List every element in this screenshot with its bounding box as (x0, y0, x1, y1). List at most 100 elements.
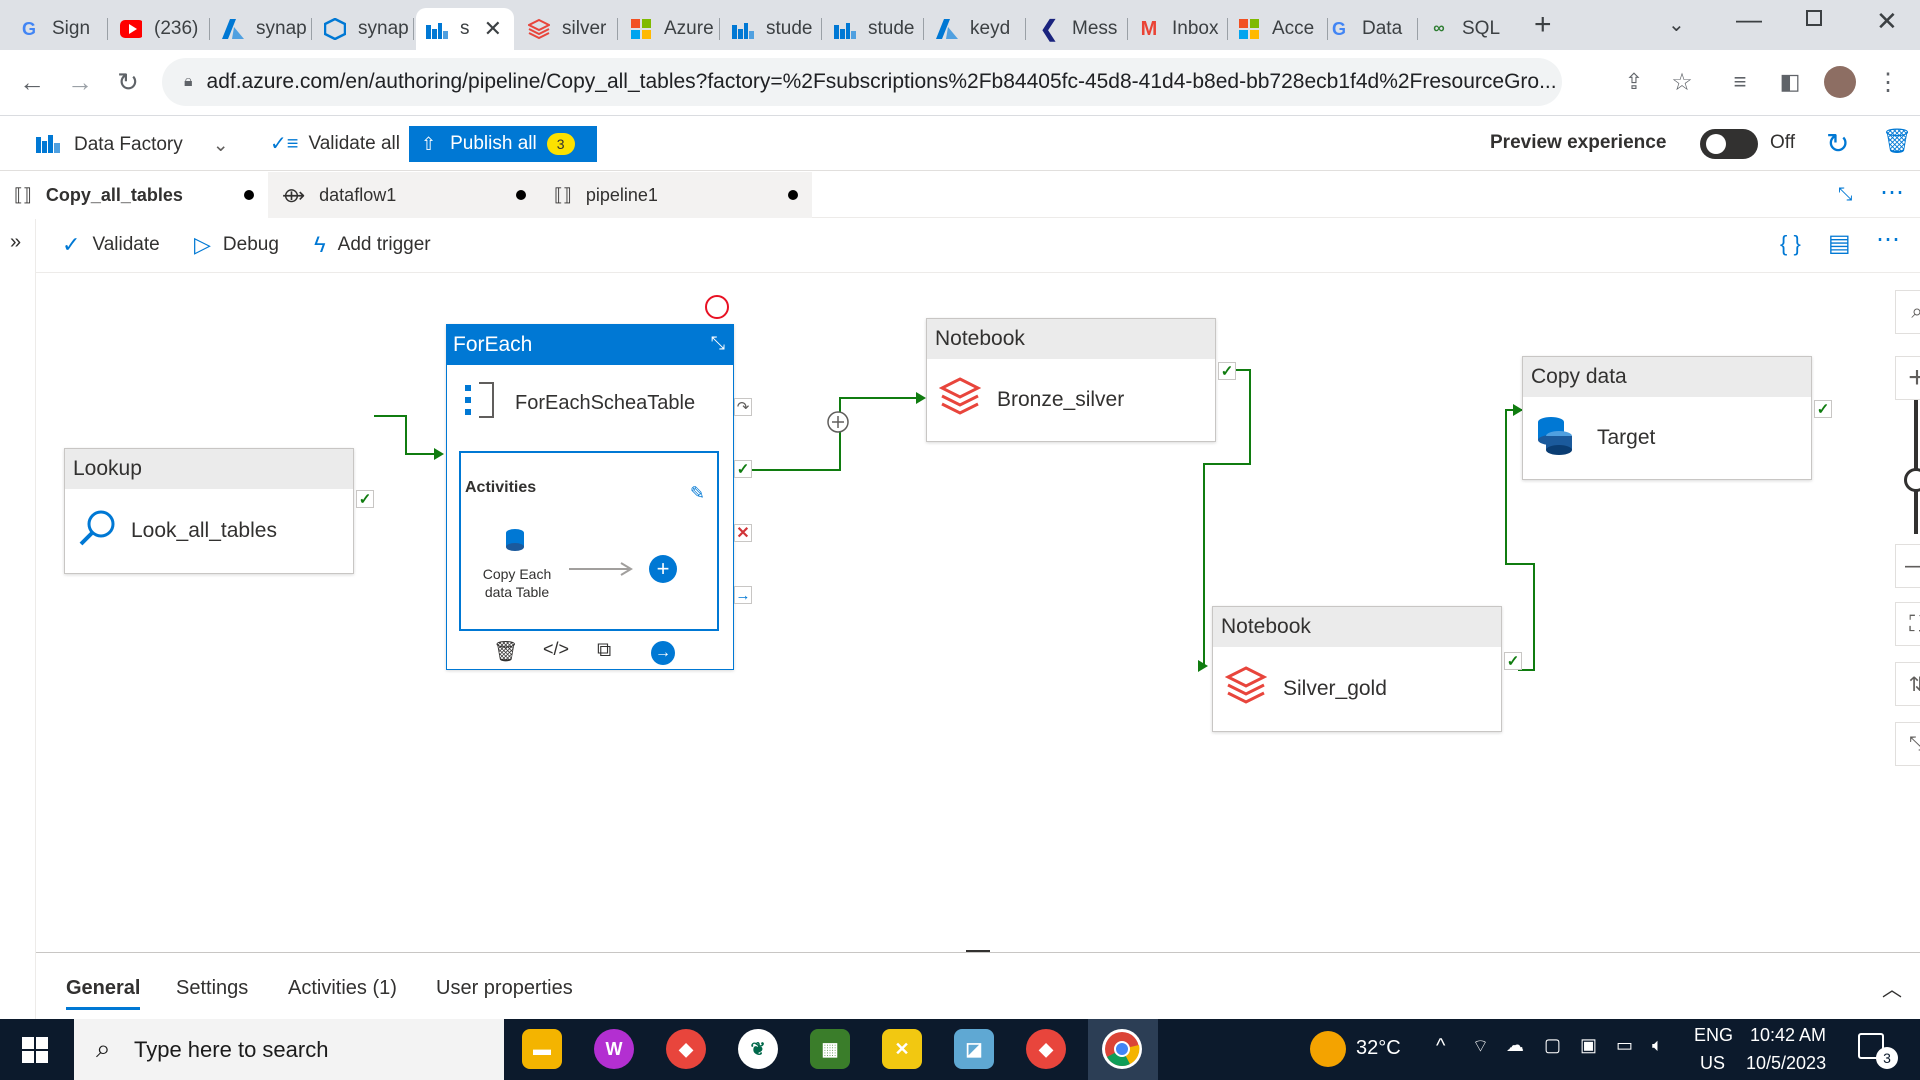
validate-button[interactable]: ✓ Validate (62, 232, 160, 258)
collapse-tabs-icon[interactable]: ⤡ (1838, 184, 1852, 205)
browser-tab[interactable]: synap (314, 8, 414, 50)
new-tab-icon[interactable]: + (1534, 8, 1552, 42)
edit-pencil-icon[interactable]: ✎ (690, 483, 705, 504)
inner-activity-name[interactable]: Copy Each data Table (467, 565, 567, 601)
tab-activities[interactable]: Activities (1) (288, 977, 397, 1000)
side-panel-icon[interactable]: ◧ (1772, 64, 1808, 100)
battery-icon[interactable]: ▭ (1616, 1035, 1633, 1056)
zoom-slider[interactable] (1914, 400, 1918, 534)
auto-align-icon[interactable]: ⇅ (1895, 662, 1920, 706)
zoom-search-icon[interactable]: ⌕ (1895, 290, 1920, 334)
browser-tab[interactable]: G Data (1318, 8, 1418, 50)
success-output-icon[interactable]: ✓ (1814, 400, 1832, 418)
refresh-icon[interactable]: ↻ (1826, 127, 1849, 160)
forward-icon[interactable]: → (62, 64, 98, 100)
inner-activities-box[interactable]: Activities ✎ Copy Each data Table + (459, 451, 719, 631)
browser-tab[interactable]: synap (212, 8, 312, 50)
brave-icon[interactable]: ◆ (666, 1029, 706, 1069)
add-trigger-button[interactable]: ϟ Add trigger (314, 232, 431, 258)
restore-icon[interactable] (1806, 10, 1822, 26)
clone-icon[interactable]: ⧉ (597, 639, 611, 662)
skip-output-icon[interactable]: ↷ (734, 398, 752, 416)
tab-pipeline1[interactable]: ⟦⟧ pipeline1 (540, 172, 812, 218)
success-output-icon[interactable]: ✓ (1504, 652, 1522, 670)
pipeline-canvas[interactable]: Lookup Look_all_tables ✓ ForEach ⤡ ForEa… (36, 274, 1920, 950)
browser-tab[interactable]: (236) (110, 8, 210, 50)
clock-date[interactable]: 10/5/2023 (1746, 1053, 1826, 1074)
url-input[interactable]: 🔒︎ adf.azure.com/en/authoring/pipeline/C… (162, 58, 1562, 106)
failure-output-icon[interactable]: ✕ (734, 524, 752, 542)
more-horizontal-icon[interactable]: ⋯ (1876, 225, 1900, 254)
close-window-icon[interactable]: ✕ (1876, 6, 1898, 37)
mongodb-icon[interactable]: ❦ (738, 1029, 778, 1069)
factory-selector[interactable]: Data Factory ⌄ (36, 131, 229, 159)
bookmark-star-icon[interactable]: ☆ (1664, 64, 1700, 100)
expand-icon[interactable]: » (10, 231, 21, 254)
onedrive-icon[interactable]: ☁ (1506, 1035, 1524, 1056)
publish-all-button[interactable]: ⇧ Publish all 3 (409, 126, 597, 162)
share-icon[interactable]: ⇪ (1616, 64, 1652, 100)
success-output-icon[interactable]: ✓ (356, 490, 374, 508)
tab-general[interactable]: General (66, 977, 140, 1010)
success-output-icon[interactable]: ✓ (1218, 362, 1236, 380)
browser-tab[interactable]: stude (722, 8, 822, 50)
tab-dataflow1[interactable]: ⟴ dataflow1 (268, 172, 540, 218)
media-icon[interactable]: ≡ (1722, 64, 1758, 100)
brave-whatsapp-icon[interactable]: ◆ (1026, 1029, 1066, 1069)
foreach-activity[interactable]: ForEach ⤡ ForEachScheaTable Activities ✎… (446, 324, 734, 670)
properties-icon[interactable]: ▤ (1828, 229, 1851, 258)
sheets-app-icon[interactable]: ▦ (810, 1029, 850, 1069)
debug-button[interactable]: ▷ Debug (194, 232, 279, 258)
code-icon[interactable]: </> (543, 639, 569, 660)
close-tab-icon[interactable]: ✕ (484, 16, 502, 42)
notebook-silver-gold-activity[interactable]: Notebook Silver_gold (1212, 606, 1502, 732)
back-icon[interactable]: ← (14, 64, 50, 100)
reload-icon[interactable]: ↻ (110, 64, 146, 100)
browser-tab[interactable]: stude (824, 8, 924, 50)
more-horizontal-icon[interactable]: ⋯ (1880, 178, 1904, 207)
validate-all-button[interactable]: ✓≡ Validate all (270, 131, 400, 156)
avatar[interactable] (1824, 66, 1856, 98)
collapse-icon[interactable]: ⤡ (711, 333, 725, 354)
browser-tab[interactable]: keyd (926, 8, 1026, 50)
lookup-activity[interactable]: Lookup Look_all_tables (64, 448, 354, 574)
weather-icon[interactable] (1310, 1031, 1346, 1067)
browser-tab-active[interactable]: s ✕ (416, 8, 514, 50)
wps-office-icon[interactable]: W (594, 1029, 634, 1069)
completion-output-icon[interactable]: → (734, 586, 752, 604)
clock-time[interactable]: 10:42 AM (1750, 1025, 1826, 1046)
navigate-icon[interactable]: → (651, 641, 675, 665)
discard-icon[interactable]: 🗑︎ (1882, 127, 1912, 156)
language-label-2[interactable]: US (1700, 1053, 1725, 1074)
power-bi-icon[interactable]: ✕ (882, 1029, 922, 1069)
success-output-icon[interactable]: ✓ (734, 460, 752, 478)
chevron-up-icon[interactable]: ︿ (1882, 973, 1902, 1002)
browser-tab[interactable]: ❮ Mess (1028, 8, 1128, 50)
browser-tab[interactable]: G Sign (8, 8, 108, 50)
taskbar-search-input[interactable]: ⌕ Type here to search (74, 1019, 504, 1080)
delete-icon[interactable]: 🗑︎ (493, 639, 518, 664)
notebook-bronze-silver-activity[interactable]: Notebook Bronze_silver (926, 318, 1216, 442)
copy-data-target-activity[interactable]: Copy data Target (1522, 356, 1812, 480)
tab-user-properties[interactable]: User properties (436, 977, 573, 1000)
browser-tab[interactable]: Acce (1228, 8, 1328, 50)
fit-to-screen-icon[interactable]: ⛶ (1895, 602, 1920, 646)
tab-search-icon[interactable]: ⌄ (1668, 12, 1685, 37)
browser-tab[interactable]: Azure (620, 8, 720, 50)
volume-icon[interactable]: 🔈︎ (1652, 1035, 1663, 1056)
browser-tab[interactable]: M Inbox (1128, 8, 1228, 50)
tab-settings[interactable]: Settings (176, 977, 248, 1000)
chrome-icon[interactable] (1102, 1029, 1142, 1069)
zoom-out-icon[interactable]: — (1895, 544, 1920, 588)
chevron-up-icon[interactable]: ^ (1436, 1035, 1445, 1058)
windows-start-icon[interactable] (22, 1037, 48, 1068)
code-braces-icon[interactable]: { } (1780, 231, 1801, 257)
collapse-canvas-icon[interactable]: ⤡ (1895, 722, 1920, 766)
meet-icon[interactable]: ▢ (1544, 1035, 1561, 1056)
notes-app-icon[interactable]: ◪ (954, 1029, 994, 1069)
language-label-1[interactable]: ENG (1694, 1025, 1733, 1046)
browser-tab[interactable]: silver (518, 8, 618, 50)
network-icon[interactable]: ⌔ (1472, 1035, 1489, 1058)
minimize-icon[interactable]: — (1736, 4, 1762, 35)
browser-tab[interactable]: ∞ SQL (1418, 8, 1518, 50)
